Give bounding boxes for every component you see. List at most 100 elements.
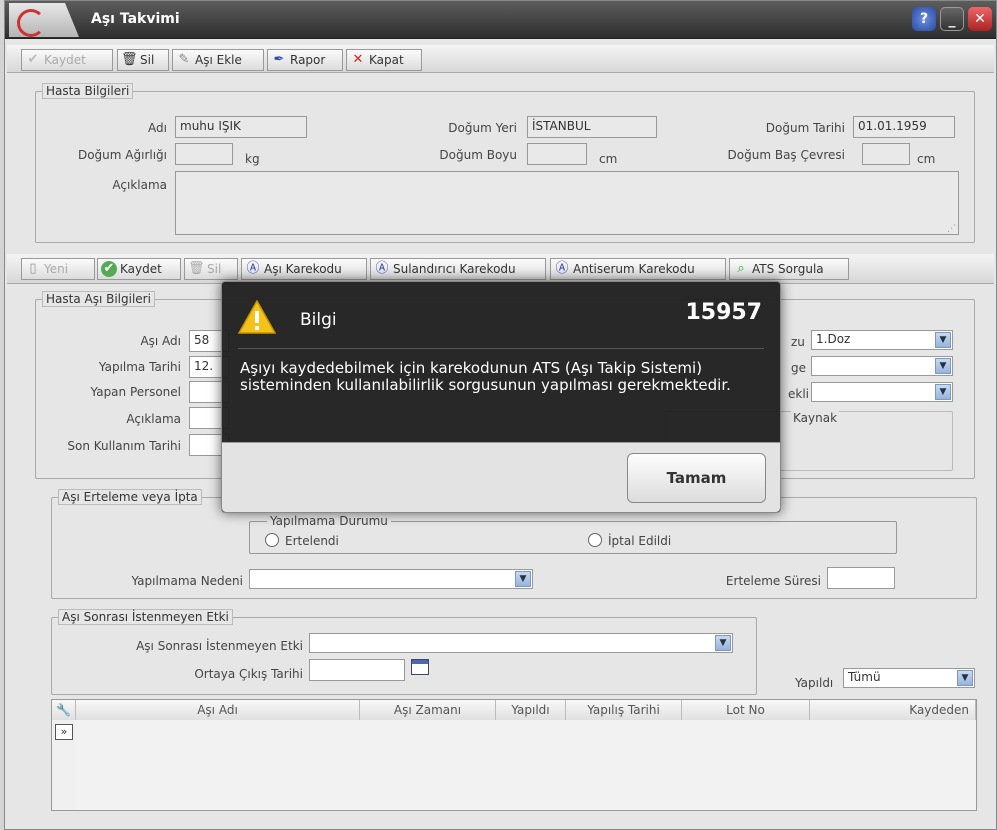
dose-label: zu (791, 335, 805, 349)
expiry-label: Son Kullanım Tarihi (67, 439, 181, 453)
chevron-down-icon: ▼ (935, 358, 951, 374)
birthplace-field[interactable]: İSTANBUL (527, 116, 657, 138)
chevron-down-icon: ▼ (935, 332, 951, 348)
save-vaccine-button[interactable]: ✔ Kaydet (97, 258, 181, 280)
grid-col-vaccine-time[interactable]: Aşı Zamanı (360, 700, 496, 720)
report-button[interactable]: ✒ Rapor (267, 49, 343, 71)
name-field[interactable]: muhu IŞIK (175, 116, 307, 138)
region-label: ge (791, 361, 806, 375)
grid-col-lot[interactable]: Lot No (682, 700, 810, 720)
main-toolbar: ✔ Kaydet 🗑 Sil ✎ Aşı Ekle ✒ Rapor ✕ Kapat (7, 45, 994, 73)
grid-expand-button[interactable]: » (55, 724, 73, 740)
check-icon: ✔ (27, 52, 39, 67)
method-label: ekli (788, 387, 809, 401)
birth-weight-label: Doğum Ağırlığı (77, 148, 167, 162)
warning-icon (237, 299, 277, 334)
grid-tools-header[interactable]: 🔧 (52, 700, 76, 720)
chevron-down-icon: ▼ (957, 670, 973, 686)
pen-icon: ✒ (273, 52, 285, 67)
vaccine-name-label: Aşı Adı (140, 334, 181, 348)
barcode-icon: Ⓐ (375, 261, 389, 276)
onset-date-field[interactable] (309, 659, 405, 681)
cm-unit-2: cm (917, 152, 936, 166)
cm-unit-1: cm (599, 152, 618, 166)
method-select[interactable]: ▼ (811, 382, 953, 402)
cancelled-radio[interactable] (588, 533, 602, 547)
dialog-footer: Tamam (222, 442, 780, 512)
date-done-label: Yapılma Tarihi (98, 360, 181, 374)
calendar-icon[interactable] (411, 659, 429, 675)
antiserum-barcode-button[interactable]: Ⓐ Antiserum Karekodu (550, 258, 726, 280)
grid-col-recorder[interactable]: Kaydeden (810, 700, 976, 720)
delete-button[interactable]: 🗑 Sil (117, 49, 169, 71)
vaccine-note-label: Açıklama (126, 412, 181, 426)
postponed-radio[interactable] (265, 533, 279, 547)
side-effect-label: Aşı Sonrası İstenmeyen Etki (136, 639, 303, 653)
window-title: Aşı Takvimi (91, 11, 180, 27)
vaccine-info-legend: Hasta Aşı Bilgileri (42, 291, 155, 307)
name-label: Adı (148, 121, 167, 135)
not-done-reason-label: Yapılmama Nedeni (131, 574, 243, 588)
syringe-icon: ✎ (178, 52, 190, 67)
wrench-icon: 🔧 (56, 703, 71, 717)
chevron-down-icon: ▼ (515, 571, 531, 587)
done-filter-label: Yapıldı (795, 676, 834, 690)
chevron-down-icon: ▼ (715, 635, 731, 651)
title-bar: Aşı Takvimi ? _ ✕ (5, 1, 996, 39)
dialog-title: Bilgi (300, 310, 337, 330)
new-button[interactable]: ▯ Yeni (21, 258, 95, 280)
close-button[interactable]: ✕ Kapat (346, 49, 422, 71)
birthdate-label: Doğum Tarihi (765, 121, 845, 135)
birth-length-field[interactable] (527, 143, 587, 165)
barcode-icon: Ⓐ (246, 261, 260, 276)
add-vaccine-button[interactable]: ✎ Aşı Ekle (172, 49, 264, 71)
not-done-status-legend: Yapılmama Durumu (267, 514, 391, 528)
check-icon: ✔ (101, 261, 117, 277)
ats-query-button[interactable]: ⌕ ATS Sorgula (729, 258, 849, 280)
close-icon[interactable]: ✕ (968, 7, 992, 31)
note-label: Açıklama (112, 178, 167, 192)
vaccine-grid: 🔧 Aşı Adı Aşı Zamanı Yapıldı Yapılış Tar… (51, 699, 977, 811)
save-button[interactable]: ✔ Kaydet (21, 49, 113, 71)
chevron-down-icon: ▼ (935, 384, 951, 400)
trash-icon: 🗑 (188, 261, 205, 276)
note-field[interactable]: ⋰ (175, 171, 959, 235)
region-select[interactable]: ▼ (811, 356, 953, 376)
new-doc-icon: ▯ (29, 261, 37, 276)
done-filter-select[interactable]: Tümü ▼ (843, 668, 975, 688)
app-logo (9, 3, 79, 37)
postpone-duration-field[interactable] (827, 567, 895, 589)
dialog-message: Aşıyı kaydedebilmek için karekodunun ATS… (240, 359, 731, 394)
x-icon: ✕ (352, 52, 364, 67)
cancelled-label: İptal Edildi (608, 534, 672, 548)
grid-col-done-date[interactable]: Yapılış Tarihi (566, 700, 682, 720)
postpone-legend: Aşı Erteleme veya İpta (58, 489, 202, 505)
onset-date-label: Ortaya Çıkış Tarihi (194, 667, 303, 681)
info-dialog: Bilgi 15957 Aşıyı kaydedebilmek için kar… (221, 281, 781, 513)
minimize-icon[interactable]: _ (940, 7, 964, 31)
birth-weight-field[interactable] (175, 143, 233, 165)
trash-icon: 🗑 (121, 52, 138, 67)
vaccine-toolbar: ▯ Yeni ✔ Kaydet 🗑 Sil Ⓐ Aşı Karekodu Ⓐ Suland… (7, 254, 994, 284)
barcode-icon: Ⓐ (555, 261, 569, 276)
birthplace-label: Doğum Yeri (448, 121, 517, 135)
ok-button[interactable]: Tamam (627, 453, 766, 503)
side-effect-legend: Aşı Sonrası İstenmeyen Etki (58, 609, 233, 625)
not-done-reason-select[interactable]: ▼ (249, 569, 533, 589)
help-icon[interactable]: ? (912, 7, 936, 31)
delete-vaccine-button[interactable]: 🗑 Sil (184, 258, 238, 280)
grid-col-done[interactable]: Yapıldı (496, 700, 566, 720)
grid-col-vaccine-name[interactable]: Aşı Adı (76, 700, 360, 720)
head-circ-field[interactable] (862, 143, 910, 165)
vaccine-barcode-button[interactable]: Ⓐ Aşı Karekodu (241, 258, 367, 280)
source-label: Kaynak (791, 411, 840, 425)
search-icon: ⌕ (737, 261, 745, 276)
birthdate-field[interactable]: 01.01.1959 (853, 116, 955, 138)
grid-body (76, 720, 976, 810)
kg-unit: kg (245, 152, 260, 166)
dose-select[interactable]: 1.Doz ▼ (811, 330, 953, 350)
staff-label: Yapan Personel (90, 385, 181, 399)
dialog-code: 15957 (685, 300, 762, 325)
diluent-barcode-button[interactable]: Ⓐ Sulandırıcı Karekodu (370, 258, 546, 280)
side-effect-select[interactable]: ▼ (309, 633, 733, 653)
